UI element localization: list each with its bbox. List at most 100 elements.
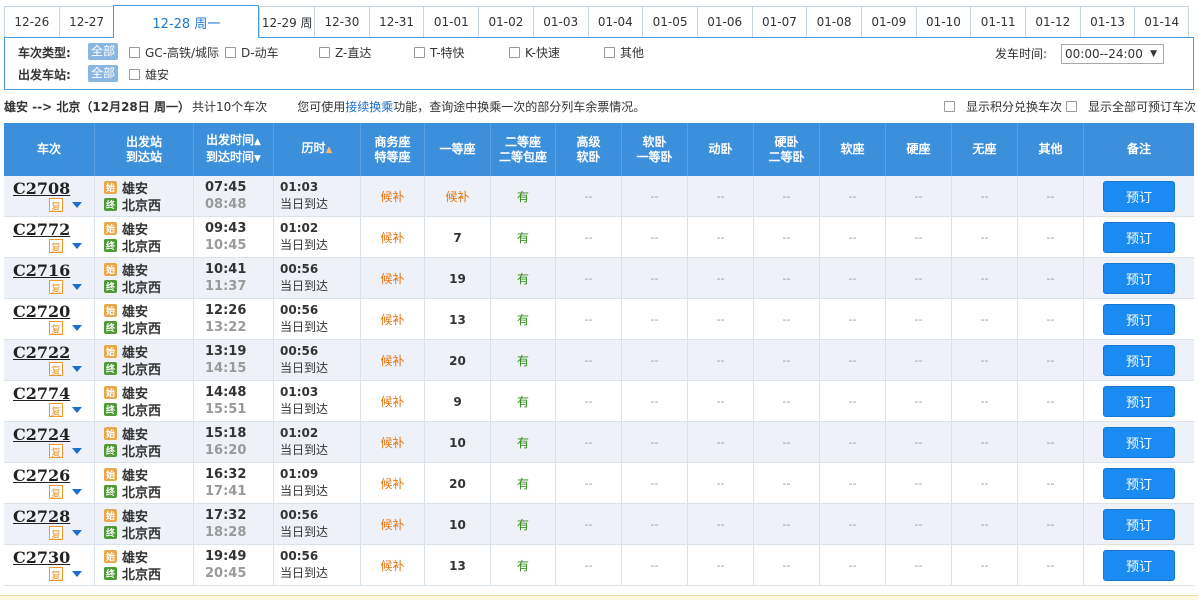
train-number-link[interactable]: C2730 <box>13 548 70 567</box>
book-button[interactable]: 预订 <box>1103 345 1175 376</box>
seat-cell-business[interactable]: 候补 <box>361 299 425 340</box>
train-number-link[interactable]: C2720 <box>13 302 70 321</box>
seat-cell-first[interactable]: 20 <box>425 340 491 381</box>
seat-cell-second[interactable]: 有 <box>491 422 556 463</box>
caret-down-icon[interactable] <box>72 243 82 249</box>
caret-down-icon[interactable] <box>72 202 82 208</box>
train-number-link[interactable]: C2774 <box>13 384 70 403</box>
book-button[interactable]: 预订 <box>1103 304 1175 335</box>
seat-cell-business[interactable]: 候补 <box>361 545 425 586</box>
train-type-all-button[interactable]: 全部 <box>88 43 119 60</box>
type-checkbox-t[interactable]: T-特快 <box>414 44 465 61</box>
th-times[interactable]: 出发时间▲ 到达时间▼ <box>194 123 274 176</box>
seat-cell-second[interactable]: 有 <box>491 176 556 217</box>
caret-down-icon[interactable] <box>72 366 82 372</box>
transfer-link[interactable]: 接续换乘 <box>345 98 393 115</box>
date-tab[interactable]: 12-29 周 <box>259 6 315 37</box>
book-button[interactable]: 预订 <box>1103 427 1175 458</box>
checkbox[interactable] <box>319 47 330 58</box>
seat-cell-business[interactable]: 候补 <box>361 176 425 217</box>
checkbox[interactable] <box>944 100 955 112</box>
seat-cell-second[interactable]: 有 <box>491 545 556 586</box>
type-checkbox-other[interactable]: 其他 <box>604 44 644 61</box>
checkbox[interactable] <box>1066 100 1077 112</box>
book-button[interactable]: 预订 <box>1103 263 1175 294</box>
seat-cell-business[interactable]: 候补 <box>361 381 425 422</box>
date-tab[interactable]: 01-14 <box>1134 6 1190 37</box>
book-button[interactable]: 预订 <box>1103 550 1175 581</box>
date-tab[interactable]: 12-27 <box>58 6 114 37</box>
seat-cell-second[interactable]: 有 <box>491 381 556 422</box>
type-checkbox-z[interactable]: Z-直达 <box>319 44 371 61</box>
seat-cell-second[interactable]: 有 <box>491 463 556 504</box>
date-tab[interactable]: 01-03 <box>532 6 588 37</box>
checkbox[interactable] <box>225 47 236 58</box>
seat-cell-business[interactable]: 候补 <box>361 258 425 299</box>
seat-cell-first[interactable]: 13 <box>425 299 491 340</box>
train-number-link[interactable]: C2716 <box>13 261 70 280</box>
seat-cell-second[interactable]: 有 <box>491 299 556 340</box>
seat-cell-first[interactable]: 候补 <box>425 176 491 217</box>
to-station-name[interactable]: 北京西 <box>122 359 161 378</box>
checkbox[interactable] <box>509 47 520 58</box>
seat-cell-business[interactable]: 候补 <box>361 463 425 504</box>
seat-cell-second[interactable]: 有 <box>491 258 556 299</box>
seat-cell-first[interactable]: 19 <box>425 258 491 299</box>
date-tab[interactable]: 12-30 <box>314 6 369 37</box>
seat-cell-first[interactable]: 13 <box>425 545 491 586</box>
seat-cell-second[interactable]: 有 <box>491 504 556 545</box>
book-button[interactable]: 预订 <box>1103 222 1175 253</box>
depart-time-select[interactable]: 00:00--24:00 ▼ <box>1061 44 1164 64</box>
points-option[interactable]: 显示积分兑换车次 <box>944 98 1062 115</box>
train-number-link[interactable]: C2722 <box>13 343 70 362</box>
checkbox[interactable] <box>414 47 425 58</box>
caret-down-icon[interactable] <box>72 489 82 495</box>
caret-down-icon[interactable] <box>72 407 82 413</box>
checkbox[interactable] <box>604 47 615 58</box>
seat-cell-second[interactable]: 有 <box>491 217 556 258</box>
date-tab[interactable]: 01-06 <box>696 6 752 37</box>
checkbox[interactable] <box>129 69 140 80</box>
date-tab[interactable]: 01-10 <box>915 6 971 37</box>
book-button[interactable]: 预订 <box>1103 468 1175 499</box>
date-tab[interactable]: 01-12 <box>1025 6 1080 37</box>
date-tab[interactable]: 12-28 周一 <box>113 5 260 38</box>
book-button[interactable]: 预订 <box>1103 386 1175 417</box>
to-station-name[interactable]: 北京西 <box>122 482 161 501</box>
station-all-button[interactable]: 全部 <box>88 65 119 82</box>
to-station-name[interactable]: 北京西 <box>122 277 161 296</box>
caret-down-icon[interactable] <box>72 284 82 290</box>
seat-cell-first[interactable]: 20 <box>425 463 491 504</box>
date-tab[interactable]: 01-04 <box>587 6 643 37</box>
to-station-name[interactable]: 北京西 <box>122 236 161 255</box>
date-tab[interactable]: 01-11 <box>970 6 1025 37</box>
date-tab[interactable]: 12-31 <box>368 6 424 37</box>
to-station-name[interactable]: 北京西 <box>122 523 161 542</box>
type-checkbox-gc[interactable]: GC-高铁/城际 <box>129 44 219 61</box>
date-tab[interactable]: 01-01 <box>423 6 479 37</box>
date-tab[interactable]: 12-26 <box>4 6 59 37</box>
to-station-name[interactable]: 北京西 <box>122 564 161 583</box>
date-tab[interactable]: 01-02 <box>478 6 533 37</box>
book-button[interactable]: 预订 <box>1103 509 1175 540</box>
train-number-link[interactable]: C2728 <box>13 507 70 526</box>
date-tab[interactable]: 01-07 <box>751 6 807 37</box>
date-tab[interactable]: 01-09 <box>860 6 916 37</box>
train-number-link[interactable]: C2708 <box>13 179 70 198</box>
train-number-link[interactable]: C2726 <box>13 466 70 485</box>
seat-cell-first[interactable]: 7 <box>425 217 491 258</box>
to-station-name[interactable]: 北京西 <box>122 400 161 419</box>
station-checkbox-xiongan[interactable]: 雄安 <box>129 66 169 83</box>
caret-down-icon[interactable] <box>72 325 82 331</box>
date-tab[interactable]: 01-05 <box>642 6 697 37</box>
to-station-name[interactable]: 北京西 <box>122 441 161 460</box>
type-checkbox-d[interactable]: D-动车 <box>225 44 279 61</box>
train-number-link[interactable]: C2724 <box>13 425 70 444</box>
seat-cell-second[interactable]: 有 <box>491 340 556 381</box>
th-duration[interactable]: 历时▲ <box>274 123 361 176</box>
seat-cell-business[interactable]: 候补 <box>361 504 425 545</box>
to-station-name[interactable]: 北京西 <box>122 195 161 214</box>
seat-cell-business[interactable]: 候补 <box>361 217 425 258</box>
book-button[interactable]: 预订 <box>1103 181 1175 212</box>
date-tab[interactable]: 01-13 <box>1079 6 1135 37</box>
